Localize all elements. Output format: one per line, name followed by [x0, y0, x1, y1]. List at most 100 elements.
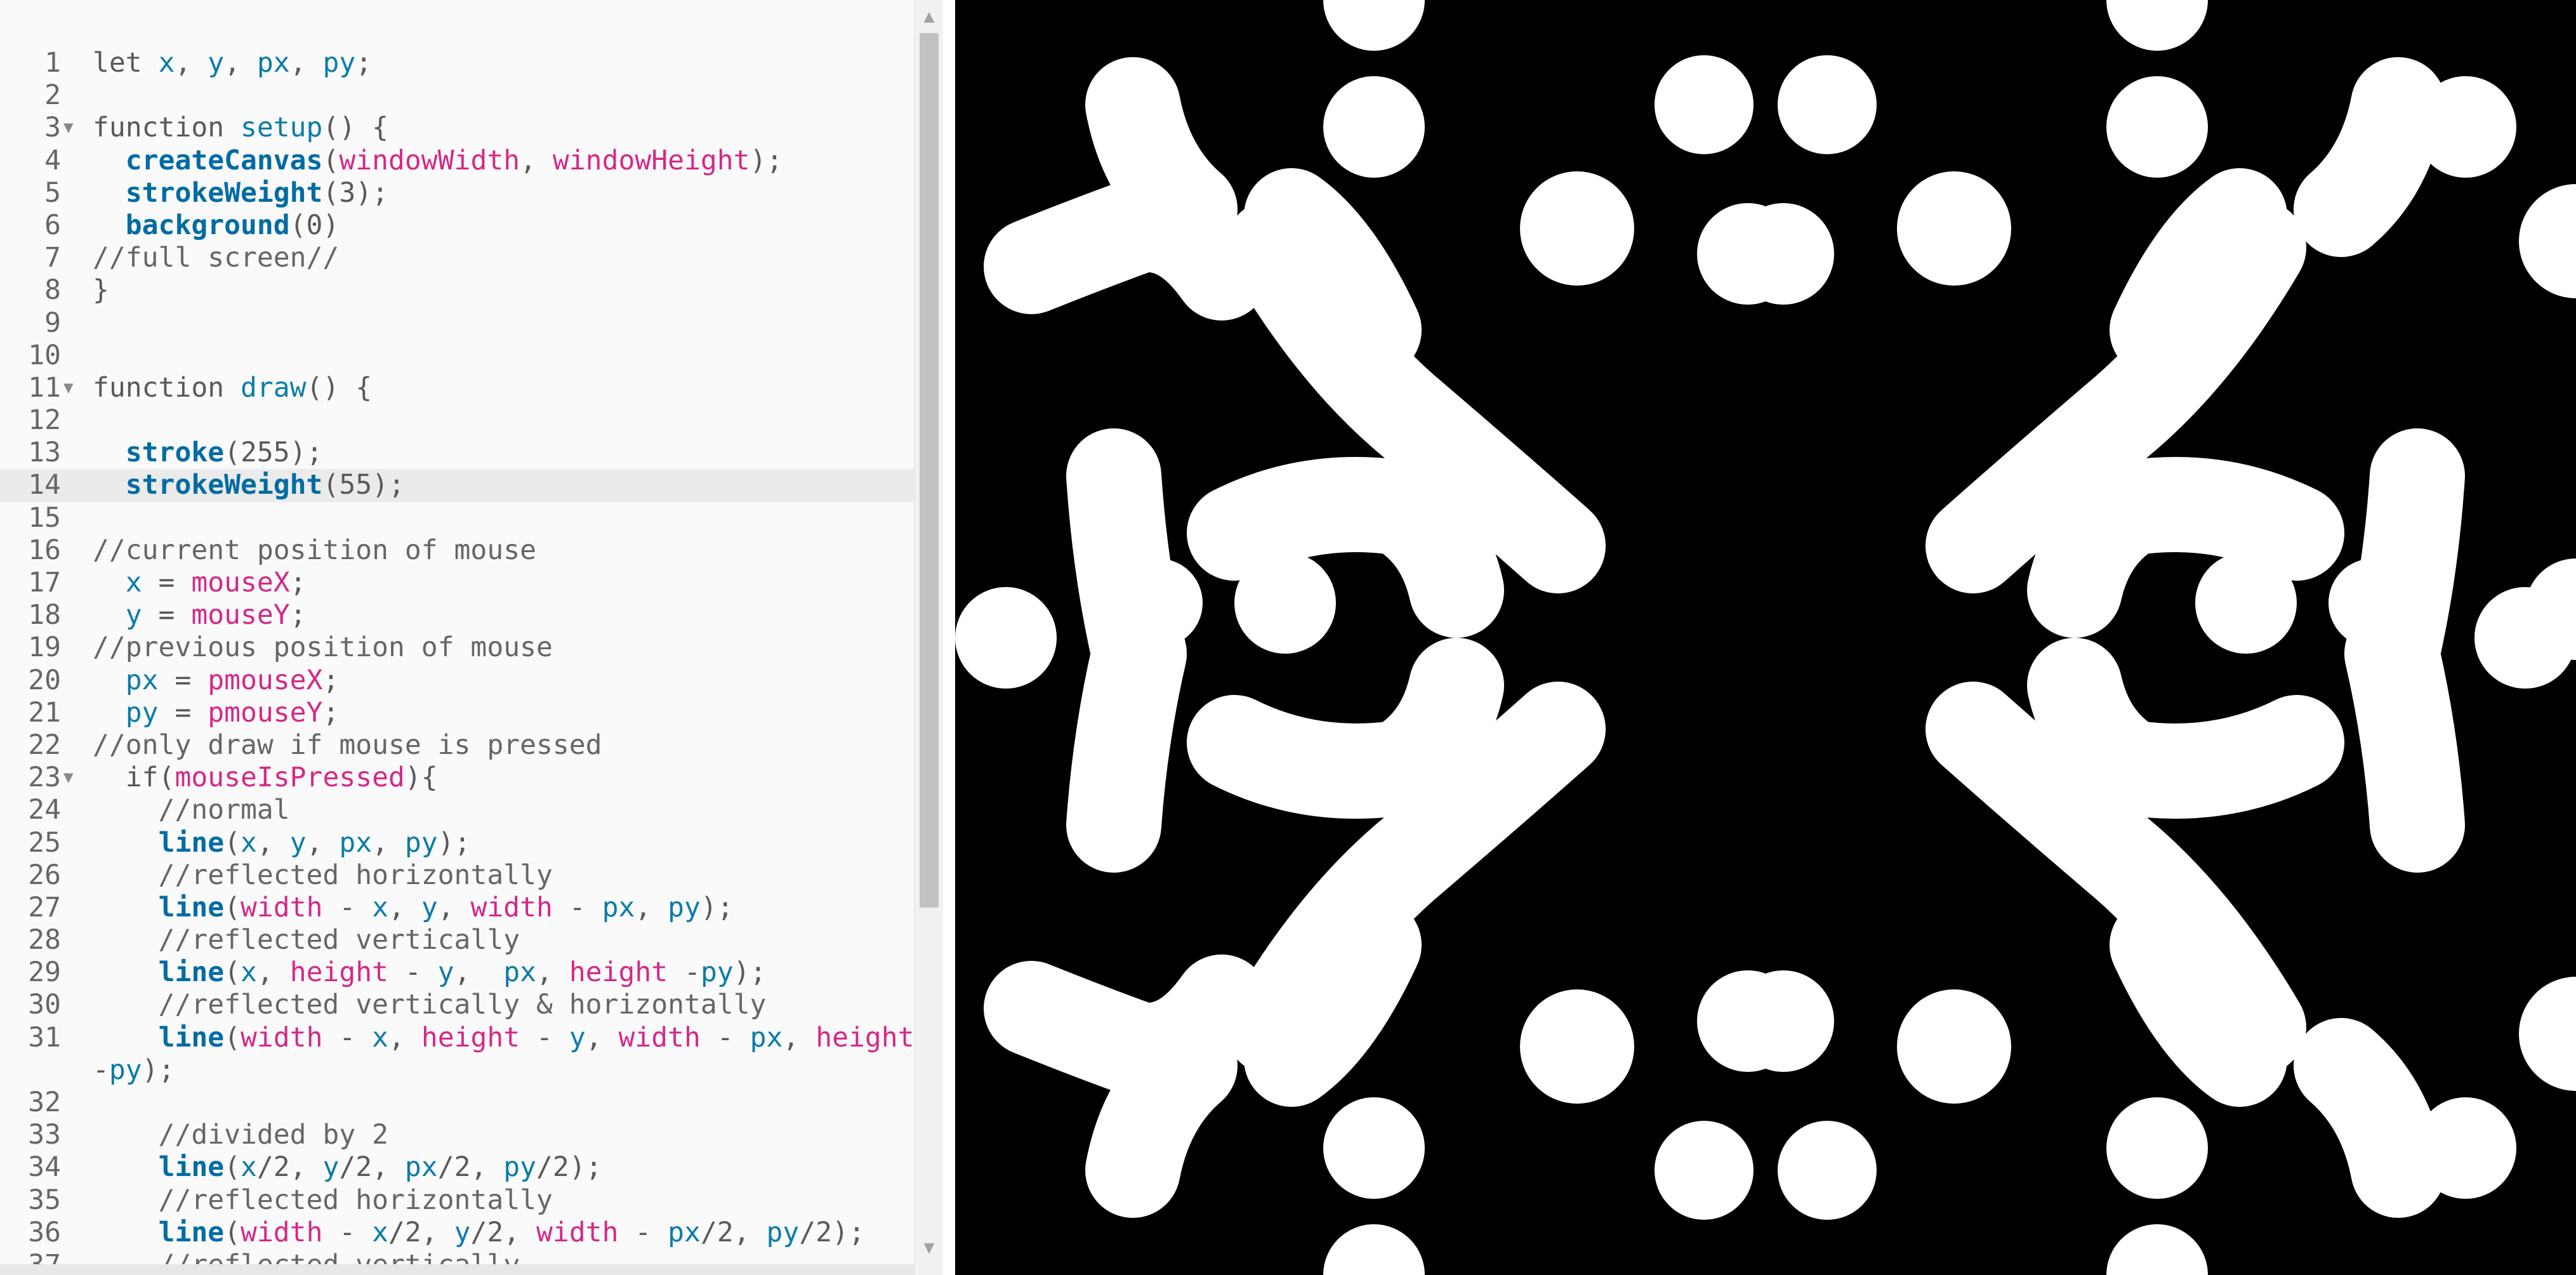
- code-line[interactable]: 9: [0, 307, 920, 340]
- code-line[interactable]: 33 //divided by 2: [0, 1119, 920, 1151]
- code-line[interactable]: 23 ▼ if(mouseIsPressed){: [0, 762, 920, 794]
- line-number: 27: [28, 891, 61, 923]
- code-line[interactable]: -py);: [0, 1054, 920, 1087]
- code-token: mouseX: [191, 567, 290, 598]
- code-token: ,: [388, 891, 421, 923]
- code-text: if(mouseIsPressed){: [93, 762, 438, 794]
- code-token: py: [322, 47, 356, 79]
- code-line[interactable]: 29 line(x, height - y, px, height -py);: [0, 956, 920, 989]
- code-token: line: [158, 891, 225, 923]
- code-line[interactable]: 6 background(0): [0, 209, 920, 242]
- code-line[interactable]: 31 line(width - x, height - y, width - p…: [0, 1022, 920, 1054]
- dot: [1897, 171, 2011, 286]
- code-line[interactable]: 8}: [0, 274, 920, 307]
- code-line[interactable]: 26 //reflected horizontally: [0, 859, 920, 892]
- code-token: x: [241, 956, 257, 989]
- code-token: x: [241, 1151, 257, 1184]
- code-text: stroke(255);: [93, 437, 323, 469]
- code-line[interactable]: 1 let x, y, px, py;: [0, 47, 920, 79]
- code-line[interactable]: 17 x = mouseX;: [0, 567, 920, 599]
- dot: [1520, 171, 1634, 286]
- code-line[interactable]: 36 line(width - x/2, y/2, width - px/2, …: [0, 1217, 920, 1249]
- code-text: function setup() {: [93, 112, 388, 144]
- scroll-up-icon[interactable]: ▲: [915, 3, 944, 32]
- code-token: );: [700, 891, 734, 923]
- code-token: ,: [256, 956, 290, 989]
- code-line[interactable]: 13 stroke(255);: [0, 437, 920, 469]
- code-line[interactable]: 14 strokeWeight(55);: [0, 469, 920, 502]
- code-line[interactable]: 11 ▼ function draw() {: [0, 372, 920, 404]
- line-number: 2: [44, 79, 61, 112]
- code-line[interactable]: 2: [0, 79, 920, 112]
- code-text: }: [93, 274, 109, 307]
- code-line[interactable]: 4 createCanvas(windowWidth, windowHeight…: [0, 145, 920, 177]
- code-editor[interactable]: 1 let x, y, px, py; 2 3 ▼ function setup() {4…: [0, 0, 955, 1275]
- code-token: );: [142, 1054, 175, 1086]
- code-line[interactable]: 24 //normal: [0, 794, 920, 826]
- code-line[interactable]: 19 //previous position of mouse: [0, 631, 920, 664]
- line-number: 31: [28, 1021, 61, 1054]
- line-number: 5: [44, 176, 61, 209]
- code-text: line(x, height - y, px, height -py);: [93, 956, 767, 989]
- code-text: //normal: [93, 794, 290, 826]
- code-line[interactable]: 21 py = pmouseY;: [0, 697, 920, 729]
- code-line[interactable]: 7 //full screen//: [0, 242, 920, 274]
- code-line[interactable]: 28 //reflected vertically: [0, 924, 920, 956]
- code-lines[interactable]: 1 let x, y, px, py; 2 3 ▼ function setup() {4…: [0, 47, 920, 1275]
- dot: [1778, 1121, 1877, 1220]
- line-number: 23: [28, 762, 61, 794]
- scroll-down-icon[interactable]: ▼: [915, 1234, 944, 1263]
- code-line[interactable]: 34 line(x/2, y/2, px/2, py/2);: [0, 1151, 920, 1184]
- code-token: /2);: [536, 1151, 602, 1184]
- code-line[interactable]: 12: [0, 404, 920, 437]
- code-token: (: [224, 956, 241, 989]
- code-line[interactable]: 16 //current position of mouse: [0, 534, 920, 567]
- code-token: strokeWeight: [125, 469, 323, 501]
- code-token: //reflected horizontally: [93, 1184, 553, 1216]
- horizontal-scrollbar[interactable]: [0, 1264, 914, 1275]
- dot: [1323, 1097, 1425, 1199]
- code-token: //normal: [93, 794, 290, 826]
- fold-arrow-icon[interactable]: ▼: [63, 762, 74, 794]
- code-token: );: [437, 826, 471, 859]
- code-token: createCanvas: [125, 144, 323, 176]
- code-line[interactable]: 35 //reflected horizontally: [0, 1184, 920, 1217]
- code-token: py: [109, 1054, 142, 1086]
- code-line[interactable]: 27 line(width - x, y, width - px, py);: [0, 892, 920, 924]
- code-line[interactable]: 25 line(x, y, px, py);: [0, 827, 920, 859]
- code-text: //reflected horizontally: [93, 1184, 553, 1217]
- code-token: ,: [635, 891, 668, 923]
- code-token: -: [322, 891, 373, 923]
- code-token: ,: [256, 826, 290, 859]
- stroke-path: [2294, 1018, 2446, 1218]
- code-token: =: [142, 599, 192, 631]
- fold-arrow-icon[interactable]: ▼: [63, 112, 74, 144]
- code-line[interactable]: 15: [0, 502, 920, 534]
- pane-divider[interactable]: [943, 0, 955, 1275]
- code-token: ,: [520, 144, 553, 176]
- code-line[interactable]: 30 //reflected vertically & horizontally: [0, 989, 920, 1021]
- fold-arrow-icon[interactable]: ▼: [63, 372, 74, 404]
- code-text: //full screen//: [93, 242, 339, 274]
- code-line[interactable]: 22 //only draw if mouse is pressed: [0, 729, 920, 762]
- code-line[interactable]: 3 ▼ function setup() {: [0, 112, 920, 144]
- vertical-scrollbar[interactable]: ▲ ▼: [914, 0, 944, 1275]
- code-text: //current position of mouse: [93, 534, 536, 567]
- code-line[interactable]: 20 px = pmouseX;: [0, 664, 920, 697]
- code-token: windowWidth: [339, 144, 520, 176]
- code-line[interactable]: 32: [0, 1087, 920, 1119]
- code-token: //reflected horizontally: [93, 859, 553, 891]
- code-token: //reflected vertically & horizontally: [93, 989, 767, 1021]
- code-token: ;: [322, 664, 340, 696]
- code-line[interactable]: 10: [0, 340, 920, 372]
- scrollbar-thumb[interactable]: [920, 33, 939, 908]
- code-line[interactable]: 18 y = mouseY;: [0, 599, 920, 631]
- code-text: line(x/2, y/2, px/2, py/2);: [93, 1151, 602, 1184]
- sketch-canvas[interactable]: [955, 0, 2576, 1275]
- line-number: 28: [28, 924, 61, 956]
- code-line[interactable]: 5 strokeWeight(3);: [0, 177, 920, 209]
